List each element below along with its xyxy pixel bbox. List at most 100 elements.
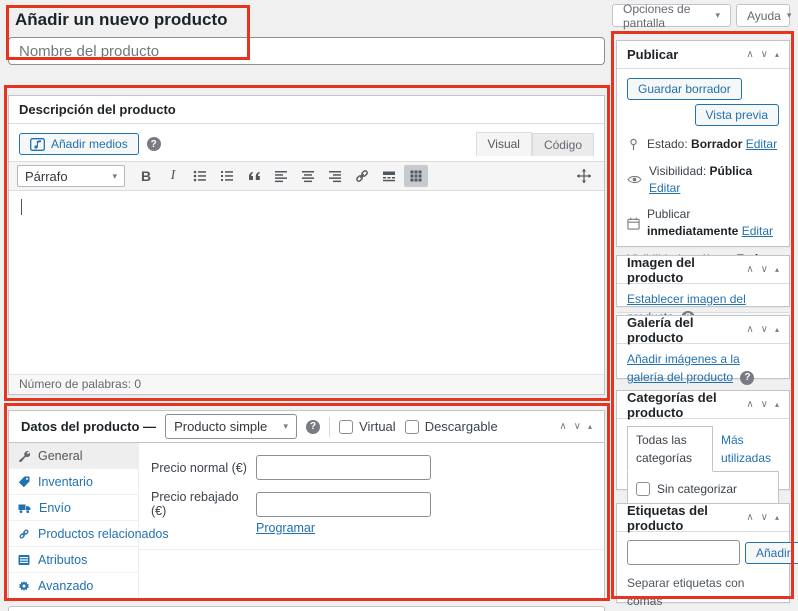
editor-content-area[interactable] bbox=[9, 191, 604, 374]
chevron-down-icon: ▾ bbox=[715, 10, 720, 20]
sale-price-label: Precio rebajado (€) bbox=[151, 490, 239, 518]
word-count-bar: Número de palabras: 0 bbox=[9, 374, 604, 394]
chevron-down-icon: ▾ bbox=[786, 10, 792, 20]
italic-button[interactable]: I bbox=[161, 165, 185, 187]
add-tag-button[interactable]: Añadir bbox=[745, 541, 798, 564]
move-up-icon[interactable]: ∧ bbox=[746, 399, 753, 410]
downloadable-checkbox[interactable] bbox=[404, 419, 419, 434]
move-down-icon[interactable]: ∨ bbox=[761, 49, 768, 60]
fullscreen-icon bbox=[576, 168, 592, 184]
move-down-icon[interactable]: ∨ bbox=[761, 324, 768, 335]
divider bbox=[139, 549, 604, 550]
preview-button[interactable]: Vista previa bbox=[694, 104, 779, 126]
product-name-input[interactable] bbox=[8, 37, 605, 65]
paragraph-select[interactable]: Párrafo ▾ bbox=[17, 165, 125, 187]
move-up-icon[interactable]: ∧ bbox=[746, 512, 753, 523]
product-data-title: Datos del producto — bbox=[21, 419, 157, 434]
help-icon[interactable]: ? bbox=[306, 419, 321, 434]
align-right-button[interactable] bbox=[323, 165, 347, 187]
help-icon[interactable]: ? bbox=[740, 370, 755, 385]
bold-button[interactable]: B bbox=[134, 165, 158, 187]
ordered-list-button[interactable] bbox=[215, 165, 239, 187]
align-center-button[interactable] bbox=[296, 165, 320, 187]
wrench-icon bbox=[19, 450, 30, 462]
help-icon[interactable]: ? bbox=[146, 137, 161, 151]
bullet-list-button[interactable] bbox=[188, 165, 212, 187]
add-gallery-images-link[interactable]: Añadir imágenes a la galería del product… bbox=[627, 352, 740, 384]
more-tag-button[interactable] bbox=[377, 165, 401, 187]
product-type-select[interactable]: Producto simple ▾ bbox=[165, 414, 298, 439]
move-down-icon[interactable]: ∨ bbox=[761, 512, 768, 523]
tab-code[interactable]: Código bbox=[531, 133, 594, 156]
move-up-icon[interactable]: ∧ bbox=[746, 264, 753, 275]
media-icon bbox=[30, 137, 45, 151]
schedule-link[interactable]: Programar bbox=[256, 521, 315, 535]
truck-icon bbox=[18, 504, 31, 513]
add-media-button[interactable]: Añadir medios bbox=[19, 133, 139, 155]
save-draft-button[interactable]: Guardar borrador bbox=[627, 78, 742, 100]
blockquote-button[interactable] bbox=[242, 165, 266, 187]
uncategorized-checkbox[interactable] bbox=[636, 482, 650, 496]
status-row: Estado: Borrador Editar bbox=[647, 137, 778, 151]
next-panel-edge bbox=[8, 606, 605, 611]
tab-avanzado[interactable]: Avanzado bbox=[9, 573, 138, 599]
word-count-value: 0 bbox=[134, 377, 142, 391]
collapse-toggle-icon[interactable]: ▴ bbox=[775, 513, 779, 522]
tab-atributos[interactable]: Atributos bbox=[9, 547, 138, 573]
tab-general[interactable]: General bbox=[9, 443, 138, 469]
edit-visibility-link[interactable]: Editar bbox=[649, 181, 680, 195]
product-tags-panel: Etiquetas del producto ∧ ∨ ▴ Añadir Sepa… bbox=[616, 502, 798, 608]
move-down-icon[interactable]: ∨ bbox=[761, 399, 768, 410]
move-down-icon[interactable]: ∨ bbox=[761, 264, 768, 275]
tab-productos-relacionados[interactable]: Productos relacionados bbox=[9, 521, 169, 547]
help-button[interactable]: Ayuda ▾ bbox=[736, 4, 792, 27]
screen-options-button[interactable]: Opciones de pantalla ▾ bbox=[612, 2, 731, 30]
collapse-toggle-icon[interactable]: ▴ bbox=[775, 265, 779, 274]
product-gallery-panel-title: Galería del producto bbox=[627, 314, 694, 345]
tab-envio[interactable]: Envío bbox=[9, 495, 138, 521]
downloadable-checkbox-wrap[interactable]: Descargable bbox=[404, 419, 498, 434]
align-left-button[interactable] bbox=[269, 165, 293, 187]
word-count-label: Número de palabras: bbox=[19, 377, 132, 391]
publish-time-row: Publicar inmediatamente Editar bbox=[647, 207, 774, 239]
pin-icon bbox=[630, 138, 637, 150]
chevron-down-icon: ▾ bbox=[112, 170, 117, 181]
gear-icon bbox=[18, 580, 30, 591]
product-image-panel: Imagen del producto ∧ ∨ ▴ Establecer ima… bbox=[616, 255, 790, 325]
move-down-icon[interactable]: ∨ bbox=[574, 421, 581, 432]
collapse-toggle-icon[interactable]: ▴ bbox=[775, 325, 779, 334]
link-button[interactable] bbox=[350, 165, 374, 187]
tab-most-used[interactable]: Más utilizadas bbox=[713, 427, 779, 471]
virtual-checkbox-wrap[interactable]: Virtual bbox=[339, 419, 396, 434]
link-icon bbox=[356, 170, 368, 182]
blockquote-icon bbox=[249, 172, 260, 180]
link-icon bbox=[19, 528, 29, 539]
regular-price-label: Precio normal (€) bbox=[151, 460, 247, 475]
regular-price-input[interactable] bbox=[256, 455, 431, 480]
tag-input[interactable] bbox=[627, 540, 740, 565]
move-up-icon[interactable]: ∧ bbox=[746, 49, 753, 60]
tag-icon bbox=[18, 476, 30, 487]
move-up-icon[interactable]: ∧ bbox=[746, 324, 753, 335]
product-categories-panel-title: Categorías del producto bbox=[627, 389, 717, 420]
fullscreen-button[interactable] bbox=[572, 165, 596, 187]
description-panel-header: Descripción del producto bbox=[9, 96, 604, 124]
divider bbox=[329, 416, 331, 437]
collapse-toggle-icon[interactable]: ▴ bbox=[775, 400, 779, 409]
tab-inventario[interactable]: Inventario bbox=[9, 469, 138, 495]
tab-all-categories[interactable]: Todas las categorías bbox=[627, 426, 713, 472]
add-product-page: Añadir un nuevo producto Opciones de pan… bbox=[0, 0, 798, 611]
toolbar-toggle-button[interactable] bbox=[404, 165, 428, 187]
tab-visual[interactable]: Visual bbox=[475, 132, 532, 156]
edit-status-link[interactable]: Editar bbox=[746, 137, 777, 151]
sale-price-input[interactable] bbox=[256, 491, 431, 517]
move-up-icon[interactable]: ∧ bbox=[559, 421, 566, 432]
collapse-toggle-icon[interactable]: ▴ bbox=[775, 50, 779, 59]
description-panel-title: Descripción del producto bbox=[19, 102, 176, 117]
uncategorized-row[interactable]: Sin categorizar bbox=[636, 480, 770, 498]
product-data-tabs: General Inventario Envío Productos relac… bbox=[9, 443, 169, 599]
product-tags-panel-title: Etiquetas del producto bbox=[627, 502, 708, 533]
edit-publish-time-link[interactable]: Editar bbox=[742, 224, 773, 238]
collapse-toggle-icon[interactable]: ▴ bbox=[588, 422, 592, 431]
virtual-checkbox[interactable] bbox=[339, 419, 354, 434]
